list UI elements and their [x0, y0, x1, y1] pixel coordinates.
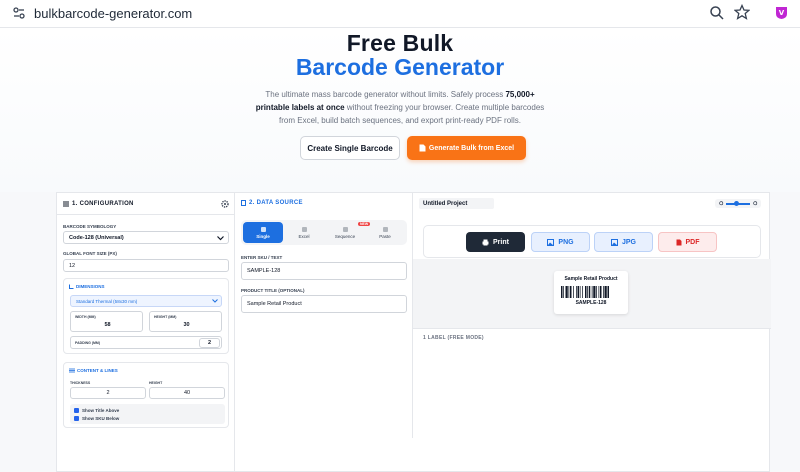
- dimensions-card: DIMENSIONS Standard Thermal (58x30 mm) W…: [63, 278, 229, 354]
- data-source-panel: 2. DATA SOURCE Single Excel Sequence Pas…: [235, 193, 413, 438]
- sku-label: ENTER SKU / TEXT: [241, 255, 283, 260]
- site-settings-icon[interactable]: [12, 6, 26, 20]
- configuration-panel: 1. CONFIGURATION BARCODE SYMBOLOGY Code-…: [57, 193, 235, 472]
- product-title-input[interactable]: Sample Retail Product: [241, 295, 407, 313]
- symbology-label: BARCODE SYMBOLOGY: [63, 224, 117, 229]
- hero-description: The ultimate mass barcode generator with…: [255, 90, 545, 125]
- zoom-out-icon[interactable]: [719, 201, 724, 206]
- file-icon: [676, 239, 681, 245]
- hero-title: Free Bulk: [346, 30, 454, 56]
- symbology-select[interactable]: Code-128 (Universal): [63, 231, 229, 244]
- barcode-graphic: [561, 286, 609, 298]
- image-icon: [547, 238, 555, 246]
- label-title: Sample Retail Product: [564, 276, 618, 282]
- padding-input[interactable]: 2: [199, 338, 220, 348]
- line-height-label: HEIGHT: [149, 381, 163, 385]
- chevron-down-icon: [212, 299, 218, 303]
- browser-toolbar: bulkbarcode-generator.com V: [0, 0, 800, 28]
- content-lines-title: CONTENT & LINES: [77, 368, 118, 373]
- print-button[interactable]: Print: [466, 232, 525, 252]
- zoom-control[interactable]: [715, 199, 761, 208]
- label-sku: SAMPLE-128: [575, 300, 607, 306]
- font-size-label: GLOBAL FONT SIZE (PX): [63, 251, 117, 256]
- show-sku-checkbox[interactable]: [74, 416, 79, 421]
- content-lines-card: CONTENT & LINES THICKNESS HEIGHT 2 40 Sh…: [63, 362, 229, 428]
- lines-icon: [69, 368, 75, 373]
- png-button[interactable]: PNG: [531, 232, 590, 252]
- image-icon: [610, 238, 618, 246]
- data-source-tabs: Single Excel Sequence Paste NEW: [241, 220, 407, 245]
- padding-field[interactable]: PADDING (MM) 2: [70, 336, 222, 349]
- show-title-label: Show Title Above: [82, 408, 120, 413]
- generate-bulk-button[interactable]: Generate Bulk from Excel: [407, 136, 526, 160]
- svg-text:V: V: [779, 9, 785, 17]
- app-workspace: 1. CONFIGURATION BARCODE SYMBOLOGY Code-…: [56, 192, 771, 472]
- zoom-in-icon[interactable]: [753, 201, 758, 206]
- printer-icon: [482, 239, 489, 245]
- star-icon[interactable]: [734, 4, 750, 20]
- menu-icon: [63, 201, 69, 207]
- labels-count: 1 LABEL (FREE MODE): [423, 335, 484, 341]
- show-sku-label: Show SKU Below: [82, 416, 120, 421]
- export-toolbar: Print PNG JPG PDF: [423, 225, 761, 258]
- width-field[interactable]: WIDTH (MM) 58: [70, 311, 143, 332]
- height-field[interactable]: HEIGHT (MM) 30: [149, 311, 222, 332]
- barcode-label[interactable]: Sample Retail Product SAMPLE-128: [554, 271, 628, 314]
- preview-canvas: Sample Retail Product SAMPLE-128: [413, 259, 771, 329]
- tab-paste[interactable]: Paste: [365, 222, 405, 243]
- product-title-label: PRODUCT TITLE (OPTIONAL): [241, 288, 305, 293]
- configuration-header: 1. CONFIGURATION: [57, 193, 235, 215]
- data-source-title: 2. DATA SOURCE: [249, 200, 303, 206]
- dimensions-preset-select[interactable]: Standard Thermal (58x30 mm): [70, 295, 222, 307]
- zoom-slider-thumb[interactable]: [734, 201, 739, 206]
- font-size-input[interactable]: 12: [63, 259, 229, 272]
- hero-title-accent: Barcode Generator: [295, 54, 505, 80]
- preview-panel: Untitled Project Print PNG JPG PDF Sampl…: [413, 193, 771, 472]
- extension-icon[interactable]: V: [774, 5, 789, 20]
- sku-input[interactable]: SAMPLE-128: [241, 262, 407, 280]
- chevron-down-icon: [217, 236, 224, 241]
- file-excel-icon: [419, 144, 426, 152]
- tab-single[interactable]: Single: [243, 222, 283, 243]
- display-options: Show Title Above Show SKU Below: [70, 404, 225, 424]
- address-bar[interactable]: bulkbarcode-generator.com: [34, 6, 192, 21]
- zoom-icon[interactable]: [709, 5, 725, 21]
- dimensions-title: DIMENSIONS: [76, 284, 105, 289]
- file-icon: [241, 200, 246, 206]
- hero-section: Free Bulk Barcode Generator The ultimate…: [0, 28, 800, 192]
- project-name-input[interactable]: Untitled Project: [419, 198, 494, 209]
- thickness-input[interactable]: 2: [70, 387, 146, 399]
- gear-icon[interactable]: [221, 200, 229, 208]
- line-height-input[interactable]: 40: [149, 387, 225, 399]
- configuration-title: 1. CONFIGURATION: [72, 201, 134, 207]
- new-badge: NEW: [358, 222, 371, 226]
- jpg-button[interactable]: JPG: [594, 232, 653, 252]
- ruler-icon: [69, 284, 74, 289]
- show-title-checkbox[interactable]: [74, 408, 79, 413]
- thickness-label: THICKNESS: [70, 381, 91, 385]
- tab-excel[interactable]: Excel: [284, 222, 324, 243]
- pdf-button[interactable]: PDF: [658, 232, 717, 252]
- create-single-barcode-button[interactable]: Create Single Barcode: [300, 136, 400, 160]
